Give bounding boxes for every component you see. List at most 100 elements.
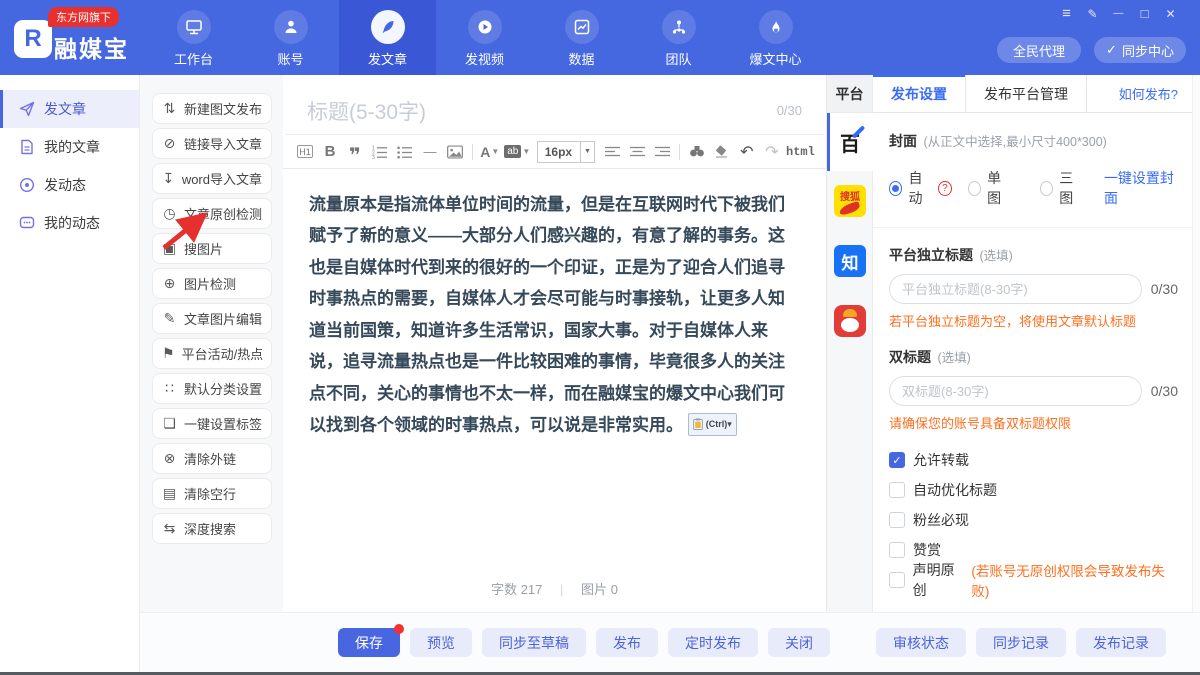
publish-records-button[interactable]: 发布记录: [1076, 628, 1166, 657]
maximize-icon[interactable]: [1136, 5, 1153, 22]
menu-icon[interactable]: [1058, 5, 1075, 22]
html-source-button[interactable]: html: [789, 142, 812, 162]
sidebar-item-publish-article[interactable]: 发文章: [0, 90, 139, 128]
tool-default-category[interactable]: ∷默认分类设置: [152, 373, 272, 404]
sidebar-item-my-moments[interactable]: 我的动态: [0, 204, 139, 242]
radio-cover-single[interactable]: [968, 181, 981, 196]
link-icon: ⊘: [162, 136, 177, 152]
double-title-input[interactable]: [889, 376, 1142, 406]
horizontal-rule-icon[interactable]: —: [422, 142, 438, 162]
preview-button[interactable]: 预览: [410, 628, 472, 657]
platform-title-input[interactable]: [889, 274, 1142, 304]
org-tree-icon: [662, 10, 696, 44]
tool-one-key-tags[interactable]: ❏一键设置标签: [152, 408, 272, 439]
nav-item-publish-video[interactable]: 发视频: [436, 0, 533, 75]
nav-item-workbench[interactable]: 工作台: [145, 0, 242, 75]
tab-publish-settings[interactable]: 发布设置: [873, 75, 966, 112]
close-icon[interactable]: [1162, 5, 1179, 22]
tool-platform-activity[interactable]: ⚑平台活动/热点: [152, 338, 272, 369]
sidebar-item-publish-moment[interactable]: 发动态: [0, 166, 139, 204]
heading-icon[interactable]: H1: [297, 145, 313, 158]
scrollbar-track[interactable]: [1192, 75, 1200, 612]
scheduled-publish-button[interactable]: 定时发布: [668, 628, 758, 657]
chat-bubble-icon: [19, 215, 35, 231]
platform-item-zhihu[interactable]: 知: [827, 231, 873, 291]
font-size-select[interactable]: 16px ▼: [537, 141, 595, 163]
eraser-icon[interactable]: [714, 142, 730, 162]
redo-icon[interactable]: ↷: [764, 142, 780, 162]
chevron-down-icon[interactable]: ▼: [580, 142, 594, 162]
help-question-icon[interactable]: ?: [938, 181, 951, 196]
find-replace-icon[interactable]: [689, 142, 705, 162]
title-counter: 0/30: [777, 103, 802, 118]
option-auto-optimize-title[interactable]: 自动优化标题: [889, 475, 1178, 505]
close-button[interactable]: 关闭: [768, 628, 830, 657]
feedback-icon[interactable]: [1084, 5, 1101, 22]
platform-item-cartoon-app[interactable]: [827, 291, 873, 351]
publish-settings-content: 发布设置 发布平台管理 如何发布? 封面 (从正文中选择,最小尺寸400*300…: [873, 75, 1192, 612]
tool-originality-check[interactable]: ◷文章原创检测: [152, 198, 272, 229]
review-status-button[interactable]: 审核状态: [876, 628, 966, 657]
edit-icon: ✎: [162, 311, 177, 327]
tool-clear-external-links[interactable]: ⊗清除外链: [152, 443, 272, 474]
tool-article-image-edit[interactable]: ✎文章图片编辑: [152, 303, 272, 334]
publish-button[interactable]: 发布: [596, 628, 658, 657]
tool-word-import[interactable]: ↧word导入文章: [152, 163, 272, 194]
tool-deep-search[interactable]: ⇆深度搜索: [152, 513, 272, 544]
blockquote-icon[interactable]: ❞: [347, 142, 363, 162]
radio-cover-triple[interactable]: [1040, 181, 1053, 196]
undo-icon[interactable]: ↶: [739, 142, 755, 162]
nav-item-accounts[interactable]: 账号: [242, 0, 339, 75]
save-button[interactable]: 保存: [338, 628, 400, 657]
paste-options-widget[interactable]: (Ctrl)▾: [688, 413, 737, 436]
checkbox-auto-optimize-title[interactable]: [889, 482, 905, 498]
platform-item-baijiahao[interactable]: 百: [827, 113, 873, 171]
nav-item-data[interactable]: 数据: [533, 0, 630, 75]
publish-panel: 平台 百 搜狐 知 发布设置 发布平台管理 如何发布? 封面 (从正文中选择,最…: [827, 75, 1200, 612]
radio-cover-auto[interactable]: [889, 181, 902, 196]
tab-platform-management[interactable]: 发布平台管理: [966, 75, 1087, 112]
tool-image-check[interactable]: ⊕图片检测: [152, 268, 272, 299]
one-key-cover-link[interactable]: 一键设置封面: [1104, 168, 1178, 208]
grid-icon: ∷: [162, 381, 177, 397]
article-body[interactable]: 流量原本是指流体单位时间的流量，但是在互联网时代下被我们赋予了新的意义——大部分…: [283, 169, 826, 441]
nav-item-team[interactable]: 团队: [630, 0, 727, 75]
tool-search-images[interactable]: ▣搜图片: [152, 233, 272, 264]
national-agent-button[interactable]: 全民代理: [997, 37, 1081, 63]
article-body-text: 流量原本是指流体单位时间的流量，但是在互联网时代下被我们赋予了新的意义——大部分…: [309, 195, 785, 434]
minimize-icon[interactable]: [1110, 5, 1127, 22]
play-icon: [468, 10, 502, 44]
unordered-list-icon[interactable]: [397, 142, 413, 162]
toolbar-separator: [679, 144, 680, 160]
tool-clear-empty-lines[interactable]: ▤清除空行: [152, 478, 272, 509]
option-fans-visible[interactable]: 粉丝必现: [889, 505, 1178, 535]
highlight-color-icon[interactable]: ab▼: [507, 142, 528, 162]
declare-original-note: (若账号无原创权限会导致发布失败): [971, 560, 1178, 600]
align-right-icon[interactable]: [654, 142, 670, 162]
ordered-list-icon[interactable]: 123: [372, 142, 388, 162]
option-allow-repost[interactable]: 允许转载: [889, 445, 1178, 475]
bold-icon[interactable]: B: [322, 142, 338, 162]
how-to-publish-link[interactable]: 如何发布?: [1119, 75, 1192, 112]
title-input-row[interactable]: 标题(5-30字) 0/30: [285, 87, 824, 135]
align-left-icon[interactable]: [604, 142, 620, 162]
sync-center-button[interactable]: ✓ 同步中心: [1094, 37, 1186, 63]
platform-item-sohu[interactable]: 搜狐: [827, 171, 873, 231]
option-declare-original[interactable]: 声明原创 (若账号无原创权限会导致发布失败): [889, 565, 1178, 595]
align-center-icon[interactable]: [629, 142, 645, 162]
checkbox-fans-visible[interactable]: [889, 512, 905, 528]
tool-new-article[interactable]: ⇅新建图文发布: [152, 93, 272, 124]
sync-records-button[interactable]: 同步记录: [976, 628, 1066, 657]
insert-image-icon[interactable]: [447, 142, 463, 162]
checkbox-reward[interactable]: [889, 542, 905, 558]
nav-item-publish-article[interactable]: 发文章: [339, 0, 436, 75]
checkbox-allow-repost[interactable]: [889, 452, 905, 468]
sidebar-item-my-articles[interactable]: 我的文章: [0, 128, 139, 166]
double-title-counter: 0/30: [1151, 383, 1178, 399]
tool-link-import[interactable]: ⊘链接导入文章: [152, 128, 272, 159]
sync-to-draft-button[interactable]: 同步至草稿: [482, 628, 586, 657]
checkbox-declare-original[interactable]: [889, 572, 905, 588]
font-color-icon[interactable]: A▼: [482, 142, 498, 162]
image-icon: ▣: [162, 241, 177, 257]
nav-item-hot-article-center[interactable]: 爆文中心: [727, 0, 824, 75]
